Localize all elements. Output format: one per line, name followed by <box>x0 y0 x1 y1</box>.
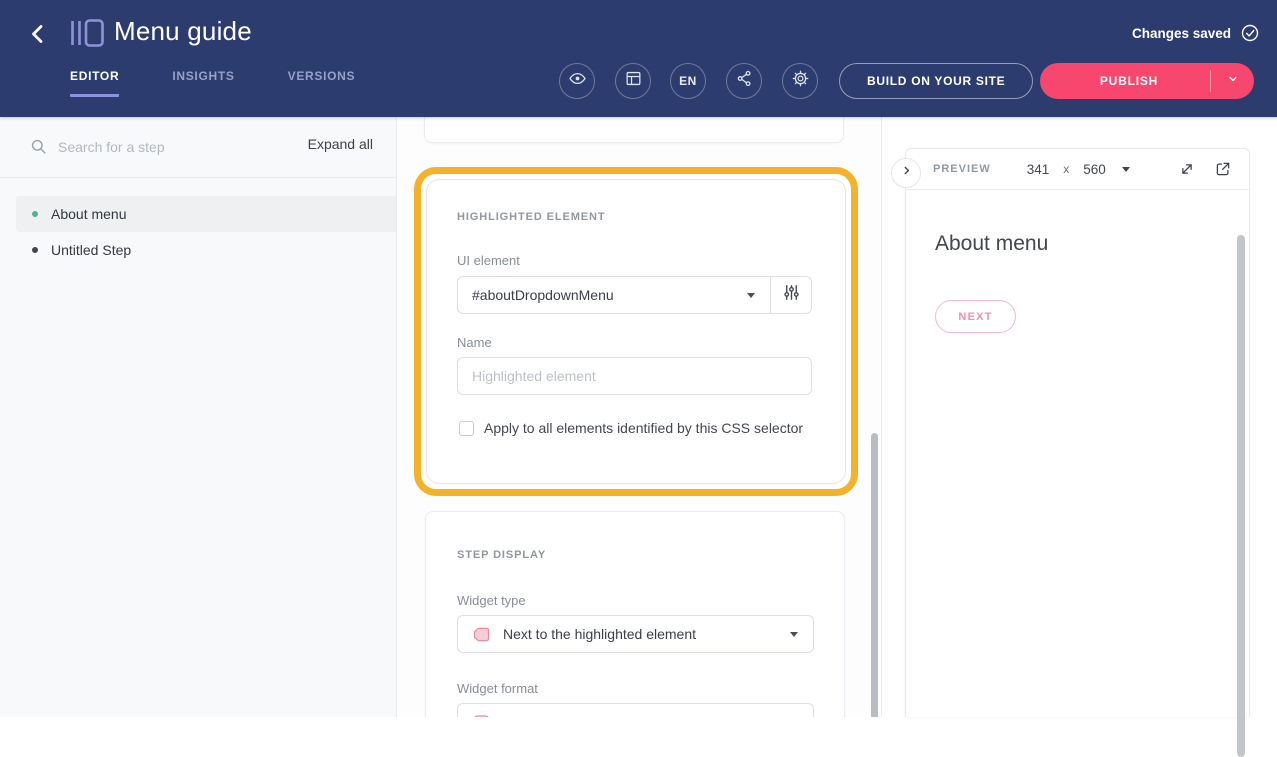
previous-settings-card <box>424 117 844 143</box>
save-status: Changes saved <box>1132 23 1260 43</box>
apply-all-label: Apply to all elements identified by this… <box>484 420 803 436</box>
widget-type-select[interactable]: Next to the highlighted element <box>457 615 814 653</box>
step-item-untitled-step[interactable]: Untitled Step <box>16 232 396 268</box>
save-status-label: Changes saved <box>1132 26 1231 41</box>
publish-button[interactable]: PUBLISH <box>1040 63 1254 99</box>
preview-next-button[interactable]: NEXT <box>935 300 1016 333</box>
preview-header: PREVIEW 341 x 560 <box>906 149 1249 190</box>
tab-versions[interactable]: VERSIONS <box>288 69 356 97</box>
name-label: Name <box>457 335 492 350</box>
chevron-down-icon <box>747 293 755 298</box>
language-button[interactable]: EN <box>670 63 706 99</box>
section-title: HIGHLIGHTED ELEMENT <box>457 211 606 223</box>
preview-scrollbar-thumb[interactable] <box>1237 235 1245 757</box>
check-circle-icon <box>1240 23 1260 43</box>
app-window: Menu guide Changes saved EDITOR INSIGHTS… <box>0 0 1277 717</box>
highlighted-element-card: HIGHLIGHTED ELEMENT UI element #aboutDro… <box>426 179 846 484</box>
preview-panel: PREVIEW 341 x 560 <box>905 148 1250 717</box>
step-item-about-menu[interactable]: About menu <box>16 196 396 232</box>
preview-height-value: 560 <box>1083 162 1106 177</box>
steps-sidebar: Expand all About menu Untitled Step <box>0 117 397 717</box>
step-search-row: Expand all <box>0 117 396 177</box>
preview-step-title: About menu <box>935 232 1048 256</box>
widget-format-select[interactable]: Light <box>457 703 814 717</box>
search-icon <box>29 137 48 156</box>
ui-element-control-group: #aboutDropdownMenu <box>457 276 812 314</box>
step-display-card: STEP DISPLAY Widget type Next to the hig… <box>425 511 845 717</box>
collapse-preview-button[interactable] <box>891 158 921 188</box>
editor-scrollbar-thumb[interactable] <box>871 433 878 717</box>
chevron-down-icon <box>1226 72 1240 91</box>
widget-type-value: Next to the highlighted element <box>503 626 696 642</box>
editor-tabs: EDITOR INSIGHTS VERSIONS <box>70 69 355 97</box>
format-widget-icon <box>471 712 492 718</box>
step-label: Untitled Step <box>51 242 131 258</box>
gear-icon <box>791 69 810 93</box>
language-label: EN <box>679 74 697 88</box>
settings-button[interactable] <box>782 63 818 99</box>
step-status-dot <box>32 211 38 217</box>
step-status-dot <box>32 247 38 253</box>
back-button[interactable] <box>26 22 50 46</box>
chevron-right-icon <box>899 163 914 183</box>
open-external-button[interactable] <box>1214 160 1232 178</box>
preview-body: About menu NEXT <box>906 190 1249 717</box>
preview-size-select[interactable]: 341 x 560 <box>1027 162 1130 177</box>
ui-element-value: #aboutDropdownMenu <box>472 287 614 303</box>
build-on-your-site-button[interactable]: BUILD ON YOUR SITE <box>839 63 1033 99</box>
preview-eye-button[interactable] <box>559 63 595 99</box>
share-button[interactable] <box>726 63 762 99</box>
preview-size-separator: x <box>1063 162 1069 176</box>
widget-type-label: Widget type <box>457 593 526 608</box>
guide-logo-icon <box>70 19 104 47</box>
publish-dropdown-toggle[interactable] <box>1211 72 1254 91</box>
sidebar-divider <box>0 177 396 178</box>
tab-insights[interactable]: INSIGHTS <box>172 69 234 97</box>
step-settings-panel: HIGHLIGHTED ELEMENT UI element #aboutDro… <box>398 117 882 717</box>
browser-layout-icon <box>624 69 643 93</box>
preview-title: PREVIEW <box>933 163 991 175</box>
app-header: Menu guide Changes saved EDITOR INSIGHTS… <box>0 0 1277 117</box>
publish-label: PUBLISH <box>1040 74 1210 88</box>
tune-sliders-icon <box>782 283 801 307</box>
share-icon <box>735 69 754 93</box>
apply-all-row: Apply to all elements identified by this… <box>459 420 803 436</box>
back-icon <box>26 33 50 50</box>
layout-button[interactable] <box>615 63 651 99</box>
expand-all-link[interactable]: Expand all <box>308 136 373 152</box>
widget-format-label: Widget format <box>457 681 538 696</box>
tooltip-widget-icon <box>471 624 492 645</box>
step-list: About menu Untitled Step <box>0 196 396 268</box>
page-title: Menu guide <box>114 16 252 47</box>
fullscreen-button[interactable] <box>1178 160 1196 178</box>
preview-width-value: 341 <box>1027 162 1050 177</box>
apply-all-checkbox[interactable] <box>459 421 474 436</box>
ui-element-label: UI element <box>457 253 520 268</box>
section-title: STEP DISPLAY <box>457 549 546 561</box>
name-input[interactable] <box>457 357 812 395</box>
eye-icon <box>568 69 587 93</box>
ui-element-select[interactable]: #aboutDropdownMenu <box>458 277 770 313</box>
selector-settings-button[interactable] <box>770 277 811 313</box>
tab-editor[interactable]: EDITOR <box>70 69 119 97</box>
highlighted-element-ring: HIGHLIGHTED ELEMENT UI element #aboutDro… <box>414 167 858 496</box>
step-label: About menu <box>51 206 127 222</box>
chevron-down-icon <box>1122 167 1130 172</box>
step-search-input[interactable] <box>58 132 248 162</box>
chevron-down-icon <box>790 632 798 637</box>
